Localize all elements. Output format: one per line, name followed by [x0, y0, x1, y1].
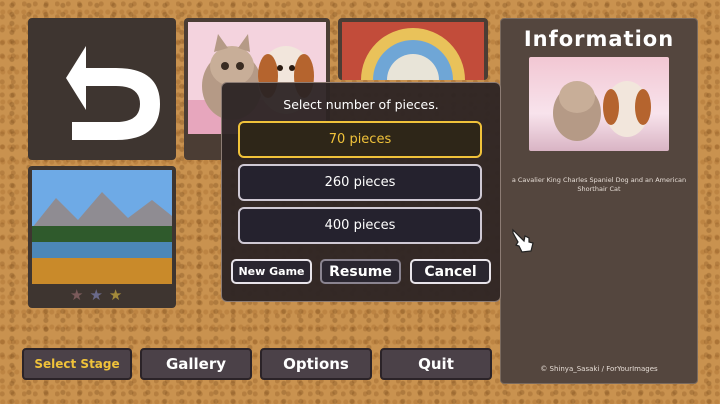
resume-button[interactable]: Resume	[320, 259, 401, 284]
options-button[interactable]: Options	[260, 348, 372, 380]
select-stage-button[interactable]: Select Stage	[22, 348, 132, 380]
star-icon: ★	[70, 286, 84, 304]
cancel-button[interactable]: Cancel	[410, 259, 491, 284]
pointing-hand-icon	[512, 228, 534, 253]
option-400-pieces[interactable]: 400 pieces	[238, 207, 482, 244]
quit-button[interactable]: Quit	[380, 348, 492, 380]
information-caption: a Cavalier King Charles Spaniel Dog and …	[511, 176, 687, 193]
star-rating: ★ ★ ★	[70, 286, 122, 304]
puzzle-thumbnail-cathedral[interactable]	[338, 18, 488, 80]
information-panel: Information a Cavalier King Charles Span…	[500, 18, 698, 384]
option-260-pieces[interactable]: 260 pieces	[238, 164, 482, 201]
gallery-button[interactable]: Gallery	[140, 348, 252, 380]
information-title: Information	[523, 27, 675, 51]
back-tile[interactable]	[28, 18, 176, 160]
option-70-pieces[interactable]: 70 pieces	[238, 121, 482, 158]
thumbnail-frame	[32, 170, 172, 284]
landscape-image	[32, 170, 172, 284]
information-image	[529, 57, 669, 151]
image-credit: © Shinya_Sasaki / ForYourImages	[540, 365, 658, 373]
dialog-title: Select number of pieces.	[283, 97, 439, 112]
piece-count-dialog: Select number of pieces. 70 pieces 260 p…	[221, 82, 501, 302]
star-icon: ★	[108, 286, 123, 304]
star-icon: ★	[89, 286, 103, 304]
new-game-button[interactable]: New Game	[231, 259, 312, 284]
puzzle-thumbnail-landscape[interactable]: ★ ★ ★	[28, 166, 176, 308]
cathedral-image	[342, 22, 484, 80]
back-arrow-icon	[66, 46, 160, 140]
